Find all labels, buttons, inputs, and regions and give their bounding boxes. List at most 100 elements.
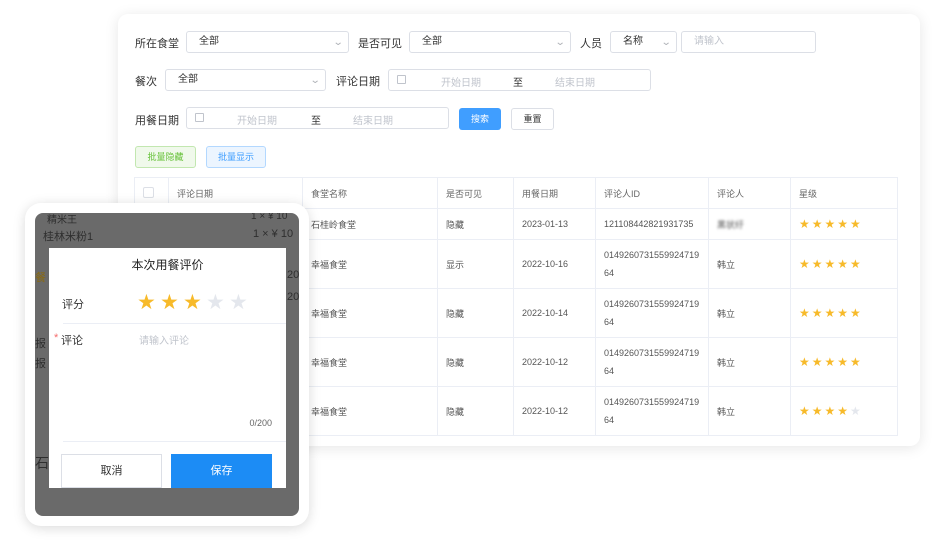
reviewer-cell: 韩立 [708, 337, 791, 387]
bg-fragment: 石 [35, 455, 49, 471]
star-rating: ★★★★★ [799, 404, 863, 418]
stars-cell: ★★★★★ [790, 337, 898, 387]
save-button[interactable]: 保存 [171, 454, 272, 488]
review-date-separator: 至 [513, 78, 523, 89]
visible-select-value: 全部 [422, 36, 442, 47]
divider [63, 441, 286, 442]
person-search-input[interactable]: 请输入 [681, 31, 816, 53]
bg-item-name: 桂林米粉1 [43, 231, 94, 243]
search-button[interactable]: 搜索 [459, 108, 501, 130]
person-type-value: 名称 [623, 36, 643, 47]
reviewer-id-cell: 014926073155992471964 [595, 337, 709, 387]
dining-date-range[interactable]: 开始日期 至 结束日期 [186, 107, 449, 129]
review-date-range[interactable]: 开始日期 至 结束日期 [388, 69, 651, 91]
dining-date-cell: 2022-10-14 [513, 288, 596, 338]
bg-fragment: 报 [35, 358, 46, 370]
required-mark: * [54, 332, 59, 344]
char-counter: 0/200 [249, 418, 272, 428]
bg-fragment: 20 [287, 291, 299, 303]
canteen-select-value: 全部 [199, 36, 219, 47]
comment-textarea[interactable]: 请输入评论 [139, 332, 189, 347]
select-all-checkbox[interactable] [143, 186, 154, 198]
reviewer-cell: 韩立 [708, 288, 791, 338]
canteen-filter-label: 所在食堂 [135, 38, 179, 50]
col-canteen[interactable]: 食堂名称 [302, 177, 438, 209]
dining-date-label: 用餐日期 [135, 115, 179, 127]
reviewer-id-cell: 014926073155992471964 [595, 239, 709, 289]
reviewer-id-cell: 121108442821931735 [595, 208, 709, 240]
chevron-down-icon: ⌄ [309, 75, 321, 86]
bg-item-top: 精米王 [47, 215, 77, 226]
canteen-cell: 幸福食堂 [302, 288, 438, 338]
reviewer-name: 黑状纡 [717, 219, 745, 230]
star-rating: ★★★★★ [799, 306, 863, 320]
modal-title: 本次用餐评价 [131, 258, 204, 272]
visible-cell: 显示 [437, 239, 514, 289]
reviewer-cell: 黑状纡 [708, 208, 791, 240]
star-rating: ★★★★★ [799, 217, 863, 231]
star-icon[interactable]: ★ [160, 292, 179, 313]
star-icon[interactable]: ★ [206, 292, 225, 313]
batch-show-button[interactable]: 批量显示 [206, 146, 266, 168]
person-filter-label: 人员 [580, 38, 602, 50]
chevron-down-icon: ⌄ [554, 37, 566, 48]
calendar-icon [397, 75, 406, 84]
dining-date-separator: 至 [311, 116, 321, 127]
col-reviewer-id[interactable]: 评论人ID [595, 177, 709, 209]
dining-date-cell: 2022-10-12 [513, 337, 596, 387]
visible-cell: 隐藏 [437, 337, 514, 387]
review-date-end[interactable]: 结束日期 [555, 74, 595, 89]
rating-label: 评分 [62, 299, 84, 311]
visible-cell: 隐藏 [437, 208, 514, 240]
visible-cell: 隐藏 [437, 288, 514, 338]
reviewer-id-cell: 014926073155992471964 [595, 386, 709, 436]
canteen-cell: 幸福食堂 [302, 386, 438, 436]
phone-screen-overlay: 精米王 1 × ¥ 10 桂林米粉1 1 × ¥ 10 餐 20 20 报 报 … [35, 213, 299, 516]
batch-hide-button[interactable]: 批量隐藏 [135, 146, 196, 168]
col-stars[interactable]: 星级 [790, 177, 898, 209]
reviewer-cell: 韩立 [708, 239, 791, 289]
meal-select[interactable]: 全部 ⌄ [165, 69, 326, 91]
bg-qty-top: 1 × ¥ 10 [251, 213, 288, 222]
review-date-label: 评论日期 [336, 76, 380, 88]
meal-select-value: 全部 [178, 74, 198, 85]
star-icon[interactable]: ★ [183, 292, 202, 313]
col-visible[interactable]: 是否可见 [437, 177, 514, 209]
chevron-down-icon: ⌄ [332, 37, 344, 48]
dining-date-cell: 2022-10-12 [513, 386, 596, 436]
stars-cell: ★★★★★ [790, 208, 898, 240]
visible-select[interactable]: 全部 ⌄ [409, 31, 571, 53]
star-rating: ★★★★★ [799, 257, 863, 271]
bg-fragment: 报 [35, 338, 46, 350]
bg-fragment: 餐 [35, 272, 46, 284]
col-dining-date[interactable]: 用餐日期 [513, 177, 596, 209]
canteen-cell: 幸福食堂 [302, 337, 438, 387]
chevron-down-icon: ⌄ [660, 37, 672, 48]
col-reviewer[interactable]: 评论人 [708, 177, 791, 209]
stars-cell: ★★★★★ [790, 386, 898, 436]
divider [63, 323, 286, 324]
dining-date-start[interactable]: 开始日期 [237, 112, 277, 127]
review-date-start[interactable]: 开始日期 [441, 74, 481, 89]
dining-date-cell: 2023-01-13 [513, 208, 596, 240]
bg-fragment: 20 [287, 269, 299, 281]
dining-date-end[interactable]: 结束日期 [353, 112, 393, 127]
visible-cell: 隐藏 [437, 386, 514, 436]
reviewer-cell: 韩立 [708, 386, 791, 436]
dining-date-cell: 2022-10-16 [513, 239, 596, 289]
star-icon[interactable]: ★ [137, 292, 156, 313]
bg-item-qty: 1 × ¥ 10 [253, 228, 294, 240]
cancel-button[interactable]: 取消 [61, 454, 162, 488]
reviewer-id-cell: 014926073155992471964 [595, 288, 709, 338]
canteen-cell: 石桂岭食堂 [302, 208, 438, 240]
stars-cell: ★★★★★ [790, 288, 898, 338]
comment-label: 评论 [61, 335, 83, 347]
canteen-select[interactable]: 全部 ⌄ [186, 31, 349, 53]
reset-button[interactable]: 重置 [511, 108, 554, 130]
star-rating: ★★★★★ [799, 355, 863, 369]
calendar-icon [195, 113, 204, 122]
meal-filter-label: 餐次 [135, 76, 157, 88]
person-type-select[interactable]: 名称 ⌄ [610, 31, 677, 53]
phone-mockup: 精米王 1 × ¥ 10 桂林米粉1 1 × ¥ 10 餐 20 20 报 报 … [25, 203, 309, 526]
star-icon[interactable]: ★ [229, 292, 248, 313]
